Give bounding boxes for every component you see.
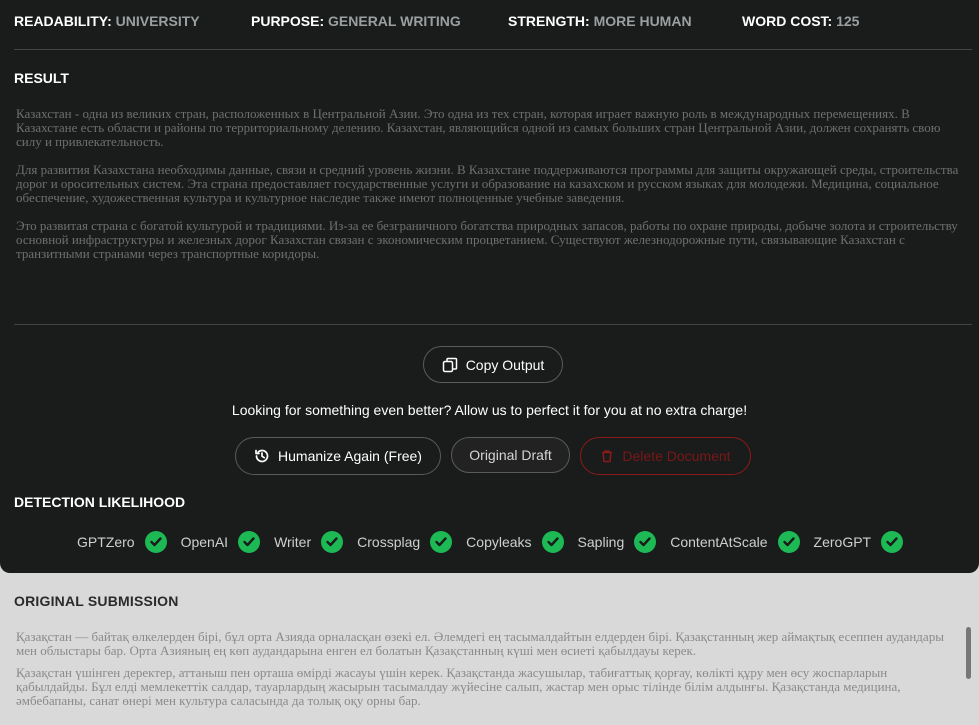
humanize-again-label: Humanize Again (Free) [278,448,422,464]
detector-contentatscale: ContentAtScale [670,531,800,553]
stat-value: UNIVERSITY [115,13,200,29]
delete-document-button[interactable]: Delete Document [580,437,751,475]
divider [14,324,972,325]
stat-label: STRENGTH: [508,13,590,29]
detector-label: ContentAtScale [670,534,768,550]
detector-label: OpenAI [180,534,229,550]
check-icon [634,531,657,553]
stat-purpose: PURPOSE: GENERAL WRITING [251,13,461,29]
original-scrollbar[interactable] [966,627,971,679]
original-paragraph: Қазақстан — байтақ өлкелерден бірі, бұл … [16,629,944,658]
check-icon [881,531,904,553]
check-icon [541,531,564,553]
stat-strength: STRENGTH: MORE HUMAN [508,13,692,29]
result-panel: READABILITY: UNIVERSITY PURPOSE: GENERAL… [0,0,979,573]
detector-sapling: Sapling [578,531,657,553]
copy-output-label: Copy Output [465,356,545,373]
detector-label: Crossplag [357,534,421,550]
detector-label: GPTZero [77,534,135,550]
original-draft-button[interactable]: Original Draft [451,437,570,473]
stat-readability: READABILITY: UNIVERSITY [14,13,200,29]
detector-zerogpt: ZeroGPT [814,531,904,553]
check-icon [777,531,800,553]
check-icon [321,531,344,553]
detector-writer: Writer [274,531,344,553]
humanize-again-button[interactable]: Humanize Again (Free) [235,437,441,475]
detector-label: Copyleaks [466,534,532,550]
stat-value: GENERAL WRITING [328,13,461,29]
stat-label: WORD COST: [742,13,833,29]
check-icon [144,531,167,553]
history-icon [255,449,269,463]
detector-label: Sapling [577,534,625,550]
stat-label: READABILITY: [14,13,112,29]
result-paragraph: Казахстан - одна из великих стран, распо… [16,106,941,149]
stat-word-cost: WORD COST: 125 [742,13,859,29]
stat-value: 125 [836,13,860,29]
divider [14,49,972,50]
detector-gptzero: GPTZero [77,531,167,553]
detector-copyleaks: Copyleaks [466,531,564,553]
original-paragraph: Қазақстан үшінген деректер, аттаныш пен … [16,665,901,708]
detection-title: DETECTION LIKELIHOOD [14,494,186,510]
detector-label: Writer [274,534,312,550]
promo-text: Looking for something even better? Allow… [231,402,748,418]
stat-label: PURPOSE: [251,13,325,29]
detector-label: ZeroGPT [813,534,872,550]
check-icon [238,531,261,553]
result-text: Казахстан - одна из великих стран, распо… [16,107,966,275]
result-title: RESULT [14,70,69,86]
original-submission-title: ORIGINAL SUBMISSION [14,593,179,609]
copy-output-button[interactable]: Copy Output [423,346,563,383]
original-text: Қазақстан — байтақ өлкелерден бірі, бұл … [16,630,961,716]
check-icon [430,531,453,553]
delete-document-label: Delete Document [622,448,731,464]
original-draft-label: Original Draft [469,447,552,463]
result-paragraph: Для развития Казахстана необходимы данны… [16,162,959,205]
detector-openai: OpenAI [180,531,261,553]
stat-value: MORE HUMAN [593,13,692,29]
detector-crossplag: Crossplag [357,531,453,553]
detector-list: GPTZero OpenAI Writer Crossplag Copyleak… [77,530,917,554]
trash-icon [602,450,613,463]
result-paragraph: Это развитая страна с богатой культурой … [16,218,958,261]
copy-icon [442,357,457,372]
